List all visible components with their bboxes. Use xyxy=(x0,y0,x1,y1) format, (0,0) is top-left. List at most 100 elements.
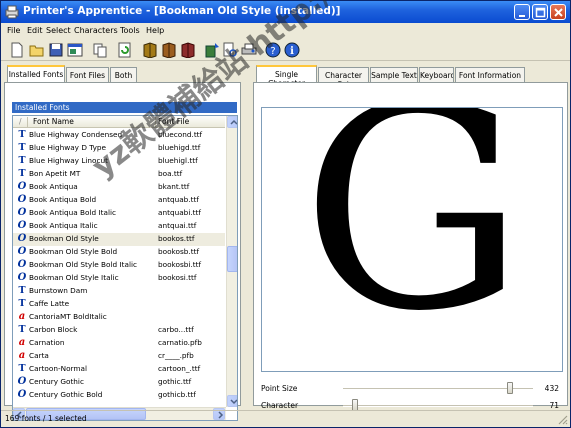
install-icon[interactable] xyxy=(204,42,220,58)
truetype-font-icon: T xyxy=(18,298,26,309)
save-icon[interactable] xyxy=(48,42,64,58)
font-name-cell: Book Antiqua Bold xyxy=(29,195,97,204)
tab-font-information[interactable]: Font Information xyxy=(455,67,525,83)
open-icon[interactable] xyxy=(29,42,45,58)
font-row[interactable]: O Bookman Old Style bookos.ttf xyxy=(13,233,225,246)
font-name-cell: Bookman Old Style Bold Italic xyxy=(29,260,138,269)
tab-font-files[interactable]: Font Files xyxy=(66,67,109,83)
column-font-name[interactable]: Font Name xyxy=(33,117,74,126)
app-icon xyxy=(5,5,19,19)
opentype-font-icon: O xyxy=(17,389,27,400)
font-name-cell: Bon Apetit MT xyxy=(29,169,81,178)
font-file-cell: bluecond.ttf xyxy=(158,130,203,139)
sort-indicator-icon: / xyxy=(19,117,22,126)
font-row[interactable]: O Bookman Old Style Bold bookosb.ttf xyxy=(13,246,225,259)
font-row[interactable]: a Carta cr____.pfb xyxy=(13,350,225,363)
opentype-font-icon: O xyxy=(17,376,27,387)
scroll-thumb[interactable] xyxy=(227,246,237,272)
font-name-cell: Book Antiqua Bold Italic xyxy=(29,208,117,217)
truetype-font-icon: T xyxy=(18,168,26,179)
menu-tools[interactable]: Tools xyxy=(120,26,140,35)
refresh-icon[interactable] xyxy=(117,42,133,58)
menu-characters[interactable]: Characters xyxy=(74,26,118,35)
menu-help[interactable]: Help xyxy=(146,26,164,35)
tab-installed-fonts[interactable]: Installed Fonts xyxy=(7,65,65,83)
font-name-cell: Blue Highway D Type xyxy=(29,143,107,152)
font-name-cell: Carnation xyxy=(29,338,65,347)
point-size-track[interactable] xyxy=(343,388,533,390)
tab-keyboard[interactable]: Keyboard xyxy=(419,67,454,83)
column-separator xyxy=(27,117,28,127)
print-preview-icon[interactable] xyxy=(222,42,238,58)
font-row[interactable]: O Book Antiqua Bold Italic antquabi.ttf xyxy=(13,207,225,220)
minimize-button[interactable] xyxy=(514,4,530,20)
font-row[interactable]: O Century Gothic gothic.ttf xyxy=(13,376,225,389)
font-row[interactable]: O Book Antiqua bkant.ttf xyxy=(13,181,225,194)
book-purple-icon[interactable] xyxy=(180,42,196,58)
font-row[interactable]: O Book Antiqua Italic antquai.ttf xyxy=(13,220,225,233)
font-name-cell: Blue Highway Condensed xyxy=(29,130,123,139)
info-icon[interactable]: i xyxy=(284,42,300,58)
new-icon[interactable] xyxy=(9,42,25,58)
menu-file[interactable]: File xyxy=(7,26,20,35)
scroll-up-button[interactable] xyxy=(227,116,237,128)
font-row[interactable]: O Bookman Old Style Bold Italic bookosbi.t… xyxy=(13,259,225,272)
font-row[interactable]: O Century Gothic Bold gothicb.ttf xyxy=(13,389,225,402)
panel-splitter[interactable] xyxy=(243,65,248,406)
font-file-cell: gothic.ttf xyxy=(158,377,192,386)
menu-edit[interactable]: Edit xyxy=(27,26,43,35)
font-name-cell: Carta xyxy=(29,351,49,360)
maximize-button[interactable] xyxy=(532,4,548,20)
font-list[interactable]: / Font Name Font File T Blue Highway Cond… xyxy=(12,115,238,421)
font-file-cell: boa.ttf xyxy=(158,169,183,178)
properties-icon[interactable] xyxy=(67,42,83,58)
menu-select[interactable]: Select xyxy=(46,26,71,35)
point-size-thumb[interactable] xyxy=(506,382,513,394)
book-red-icon[interactable] xyxy=(161,42,177,58)
font-name-cell: Book Antiqua xyxy=(29,182,78,191)
copy-icon[interactable] xyxy=(92,42,108,58)
character-panel: Single Character Character Set Sample Te… xyxy=(253,65,568,411)
tab-single-character[interactable]: Single Character xyxy=(256,65,317,88)
font-row[interactable]: T Bon Apetit MT boa.ttf xyxy=(13,168,225,181)
font-row[interactable]: a Carnation carnatio.pfb xyxy=(13,337,225,350)
font-row[interactable]: T Blue Highway Condensed bluecond.ttf xyxy=(13,129,225,142)
font-row[interactable]: T Caffe Latte xyxy=(13,298,225,311)
font-row[interactable]: T Carbon Block carbo...ttf xyxy=(13,324,225,337)
opentype-font-icon: O xyxy=(17,181,27,192)
font-row[interactable]: T Blue Highway Linocut bluehigl.ttf xyxy=(13,155,225,168)
font-name-cell: Bookman Old Style xyxy=(29,234,99,243)
close-button[interactable] xyxy=(550,4,566,20)
font-row[interactable]: T Burnstown Dam xyxy=(13,285,225,298)
book-icon[interactable] xyxy=(142,42,158,58)
font-rows: T Blue Highway Condensed bluecond.ttf T Blue… xyxy=(13,129,225,402)
truetype-font-icon: T xyxy=(18,155,26,166)
tab-sample-text[interactable]: Sample Text xyxy=(370,67,418,83)
character-track[interactable] xyxy=(343,405,533,407)
font-file-cell: bookosi.ttf xyxy=(158,273,197,282)
resize-grip-icon[interactable] xyxy=(556,413,568,425)
arrow-up-icon xyxy=(230,119,237,125)
tab-both[interactable]: Both xyxy=(110,67,137,83)
font-row[interactable]: T Blue Highway D Type bluehigd.ttf xyxy=(13,142,225,155)
print-icon[interactable] xyxy=(241,42,257,58)
font-name-cell: Century Gothic Bold xyxy=(29,390,103,399)
font-row[interactable]: a CantoriaMT BoldItalic xyxy=(13,311,225,324)
font-file-cell: antquab.ttf xyxy=(158,195,199,204)
font-row[interactable]: T Cartoon-Normal cartoon_.ttf xyxy=(13,363,225,376)
font-name-cell: Book Antiqua Italic xyxy=(29,221,98,230)
font-file-cell: bookosbi.ttf xyxy=(158,260,202,269)
font-row[interactable]: O Book Antiqua Bold antquab.ttf xyxy=(13,194,225,207)
arrow-down-icon xyxy=(230,399,237,405)
help-icon[interactable]: ? xyxy=(265,42,281,58)
character-label: Character xyxy=(261,401,299,410)
font-file-cell: cartoon_.ttf xyxy=(158,364,201,373)
font-file-cell: gothicb.ttf xyxy=(158,390,196,399)
tab-character-set[interactable]: Character Set xyxy=(318,67,369,89)
vertical-scrollbar[interactable] xyxy=(226,116,237,407)
scroll-down-button[interactable] xyxy=(227,395,237,407)
font-name-cell: Cartoon-Normal xyxy=(29,364,88,373)
opentype-font-icon: O xyxy=(17,220,27,231)
column-font-file[interactable]: Font File xyxy=(158,117,189,126)
font-row[interactable]: O Bookman Old Style Italic bookosi.ttf xyxy=(13,272,225,285)
